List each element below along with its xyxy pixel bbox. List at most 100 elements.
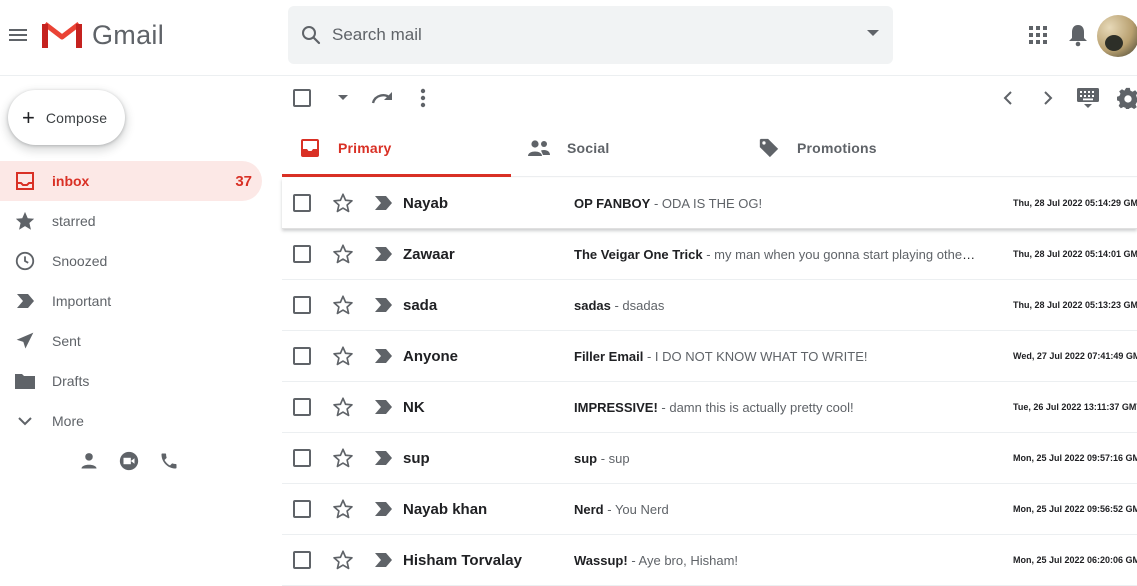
important-marker-icon[interactable] <box>373 552 393 568</box>
email-subject-snippet: Filler Email - I DO NOT KNOW WHAT TO WRI… <box>574 349 979 364</box>
newer-page-icon[interactable] <box>996 86 1020 110</box>
select-options-icon[interactable] <box>331 86 355 110</box>
unread-count: 37 <box>235 172 252 190</box>
email-row[interactable]: Hisham Torvalay Wassup! - Aye bro, Hisha… <box>282 535 1137 586</box>
row-checkbox[interactable] <box>293 194 311 212</box>
email-sender: sada <box>403 297 438 314</box>
clock-icon <box>14 250 36 272</box>
important-marker-icon[interactable] <box>373 297 393 313</box>
important-marker-icon[interactable] <box>373 399 393 415</box>
sidebar-item-inbox[interactable]: inbox 37 <box>0 161 262 201</box>
plus-icon: + <box>22 104 35 130</box>
row-checkbox[interactable] <box>293 449 311 467</box>
app-name: Gmail <box>92 19 165 50</box>
keyboard-icon[interactable] <box>1076 86 1100 110</box>
search-bar[interactable] <box>288 6 893 64</box>
sidebar-item-drafts[interactable]: Drafts <box>0 361 262 401</box>
search-icon[interactable] <box>299 23 323 47</box>
tab-label: Social <box>567 139 610 156</box>
sidebar-item-starred[interactable]: starred <box>0 201 262 241</box>
email-row[interactable]: Nayab khan Nerd - You Nerd Mon, 25 Jul 2… <box>282 484 1137 535</box>
inbox-icon <box>14 170 36 192</box>
row-checkbox[interactable] <box>293 245 311 263</box>
hamburger-menu-icon[interactable] <box>6 23 30 47</box>
tab-primary[interactable]: Primary <box>282 119 511 177</box>
tab-label: Promotions <box>797 139 877 156</box>
settings-gear-icon[interactable] <box>1116 86 1137 110</box>
account-avatar[interactable] <box>1097 15 1137 57</box>
email-subject-snippet: IMPRESSIVE! - damn this is actually pret… <box>574 400 979 415</box>
email-date: Mon, 25 Jul 2022 09:57:16 GMT <box>1013 453 1137 463</box>
older-page-icon[interactable] <box>1036 86 1060 110</box>
sidebar-item-more[interactable]: More <box>0 401 262 441</box>
important-marker-icon[interactable] <box>373 450 393 466</box>
hangouts-bar <box>78 450 180 472</box>
email-snippet: - Aye bro, Hisham! <box>627 553 739 568</box>
email-date: Wed, 27 Jul 2022 07:41:49 GMT <box>1013 351 1137 361</box>
refresh-icon[interactable] <box>371 86 395 110</box>
row-checkbox[interactable] <box>293 398 311 416</box>
star-icon[interactable] <box>332 192 354 214</box>
video-icon[interactable] <box>118 450 140 472</box>
select-all-checkbox[interactable] <box>290 86 314 110</box>
star-icon[interactable] <box>332 294 354 316</box>
checkbox-box <box>293 89 311 107</box>
email-row[interactable]: NK IMPRESSIVE! - damn this is actually p… <box>282 382 1137 433</box>
email-snippet: - You Nerd <box>603 502 669 517</box>
email-row[interactable]: sada sadas - dsadas Thu, 28 Jul 2022 05:… <box>282 280 1137 331</box>
important-marker-icon[interactable] <box>373 348 393 364</box>
sidebar-item-snoozed[interactable]: Snoozed <box>0 241 262 281</box>
email-subject: Wassup! <box>574 553 628 568</box>
row-checkbox[interactable] <box>293 500 311 518</box>
email-subject: OP FANBOY <box>574 196 651 211</box>
sidebar-item-label: Important <box>52 293 112 309</box>
star-icon[interactable] <box>332 447 354 469</box>
tab-label: Primary <box>338 139 392 156</box>
sidebar-item-label: More <box>52 413 84 429</box>
tab-promotions[interactable]: Promotions <box>741 119 970 176</box>
important-marker-icon[interactable] <box>373 501 393 517</box>
important-marker-icon[interactable] <box>373 246 393 262</box>
search-input[interactable] <box>332 21 832 49</box>
notifications-bell-icon[interactable] <box>1067 23 1089 47</box>
sidebar-item-label: starred <box>52 213 96 229</box>
email-snippet: - ODA IS THE OG! <box>650 196 763 211</box>
compose-label: Compose <box>45 109 108 126</box>
email-row[interactable]: Zawaar The Veigar One Trick - my man whe… <box>282 229 1137 280</box>
apps-grid-icon[interactable] <box>1027 24 1049 46</box>
sidebar-item-important[interactable]: Important <box>0 281 262 321</box>
email-subject-snippet: OP FANBOY - ODA IS THE OG! <box>574 196 979 211</box>
row-checkbox[interactable] <box>293 296 311 314</box>
email-subject: The Veigar One Trick <box>574 247 703 262</box>
star-icon[interactable] <box>332 396 354 418</box>
sidebar-item-sent[interactable]: Sent <box>0 321 262 361</box>
important-marker-icon[interactable] <box>373 195 393 211</box>
gmail-m-icon <box>42 22 82 48</box>
email-row[interactable]: sup sup - sup Mon, 25 Jul 2022 09:57:16 … <box>282 433 1137 484</box>
people-icon <box>527 136 551 160</box>
email-snippet: - I DO NOT KNOW WHAT TO WRITE! <box>643 349 868 364</box>
email-snippet: - dsadas <box>610 298 665 313</box>
row-checkbox[interactable] <box>293 551 311 569</box>
tab-social[interactable]: Social <box>511 119 740 176</box>
email-subject-snippet: The Veigar One Trick - my man when you g… <box>574 247 979 262</box>
important-icon <box>14 290 36 312</box>
phone-icon[interactable] <box>158 450 180 472</box>
person-icon[interactable] <box>78 450 100 472</box>
email-row[interactable]: Nayab OP FANBOY - ODA IS THE OG! Thu, 28… <box>282 178 1137 229</box>
more-options-icon[interactable] <box>411 86 435 110</box>
star-icon[interactable] <box>332 243 354 265</box>
star-icon[interactable] <box>332 345 354 367</box>
email-date: Thu, 28 Jul 2022 05:14:29 GMT <box>1013 198 1137 208</box>
compose-button[interactable]: + Compose <box>8 90 125 145</box>
chevron-down-icon <box>14 410 36 432</box>
row-checkbox[interactable] <box>293 347 311 365</box>
star-icon[interactable] <box>332 498 354 520</box>
email-date: Tue, 26 Jul 2022 13:11:37 GMT <box>1013 402 1137 412</box>
sidebar-item-label: Sent <box>52 333 81 349</box>
email-sender: Zawaar <box>403 246 455 263</box>
search-options-icon[interactable] <box>867 30 879 36</box>
star-icon[interactable] <box>332 549 354 571</box>
email-row[interactable]: Anyone Filler Email - I DO NOT KNOW WHAT… <box>282 331 1137 382</box>
gmail-logo[interactable]: Gmail <box>42 19 164 51</box>
